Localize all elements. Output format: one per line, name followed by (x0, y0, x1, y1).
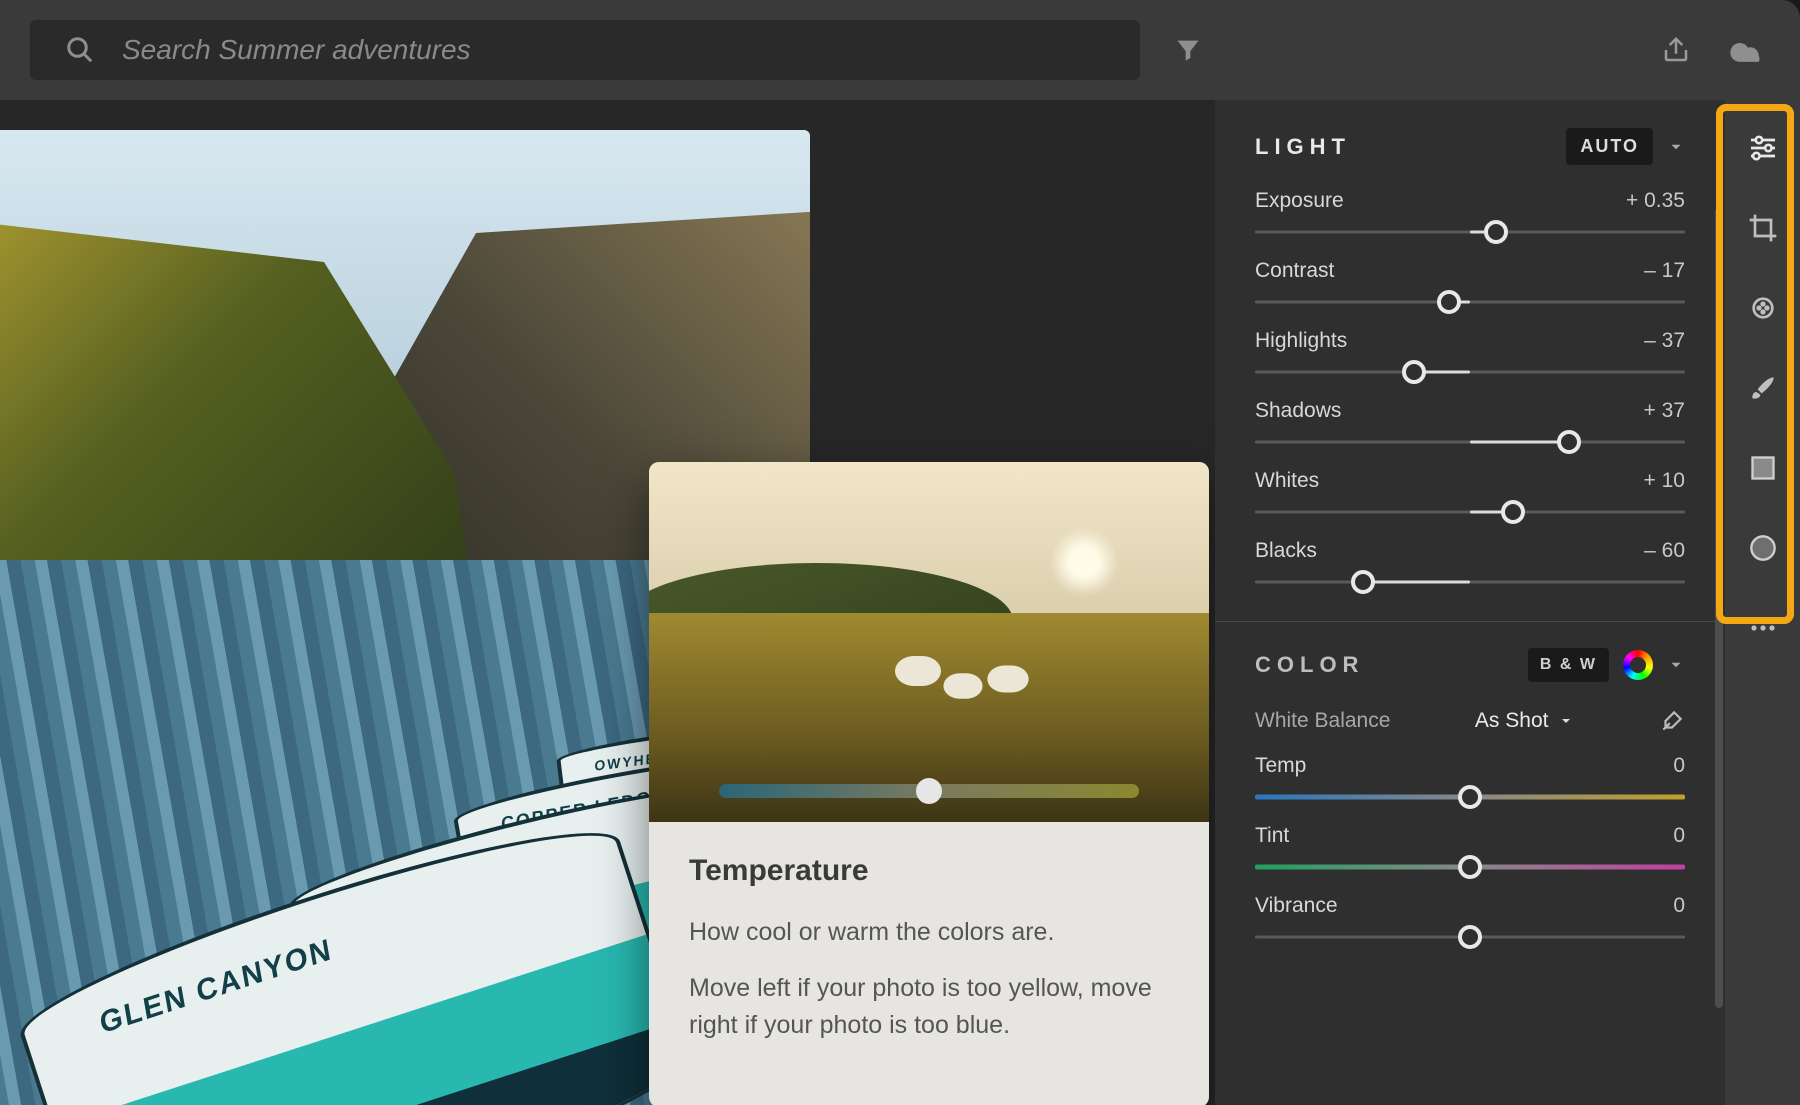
slider-label: Whites (1255, 469, 1319, 493)
slider-track[interactable] (1255, 784, 1685, 810)
slider-track[interactable] (1255, 854, 1685, 880)
tooltip-title: Temperature (689, 854, 1169, 888)
slider-track[interactable] (1255, 499, 1685, 525)
slider-label: Shadows (1255, 399, 1341, 423)
slider-value: + 37 (1644, 399, 1685, 423)
slider-thumb[interactable] (1557, 430, 1581, 454)
auto-button[interactable]: AUTO (1566, 128, 1653, 165)
top-bar (0, 0, 1800, 100)
slider-thumb[interactable] (1458, 925, 1482, 949)
panel-divider (1215, 621, 1725, 622)
tooltip-text-1: How cool or warm the colors are. (689, 914, 1169, 950)
slider-tint: Tint 0 (1255, 824, 1685, 880)
slider-value: 0 (1673, 754, 1685, 778)
linear-gradient-icon[interactable] (1745, 450, 1781, 486)
search-icon (58, 28, 102, 72)
slider-shadows: Shadows + 37 (1255, 399, 1685, 455)
white-balance-dropdown[interactable]: As Shot (1475, 709, 1575, 733)
tooltip-text-2: Move left if your photo is too yellow, m… (689, 970, 1169, 1043)
slider-value: 0 (1673, 824, 1685, 848)
slider-label: Vibrance (1255, 894, 1338, 918)
app-window: OWYHEE COPPER LEDGE QUARTZ CR GLEN CANYO… (0, 0, 1800, 1105)
chevron-down-icon[interactable] (1667, 656, 1685, 674)
slider-highlights: Highlights – 37 (1255, 329, 1685, 385)
slider-thumb[interactable] (1458, 855, 1482, 879)
chevron-down-icon[interactable] (1667, 138, 1685, 156)
brush-icon[interactable] (1745, 370, 1781, 406)
slider-thumb[interactable] (1402, 360, 1426, 384)
light-section-title: LIGHT (1255, 134, 1351, 160)
color-section-title: COLOR (1255, 652, 1364, 678)
slider-exposure: Exposure + 0.35 (1255, 189, 1685, 245)
slider-value: – 37 (1644, 329, 1685, 353)
slider-track[interactable] (1255, 219, 1685, 245)
white-balance-label: White Balance (1255, 709, 1390, 733)
heal-icon[interactable] (1745, 290, 1781, 326)
eyedropper-icon[interactable] (1659, 708, 1685, 734)
slider-label: Contrast (1255, 259, 1334, 283)
share-icon[interactable] (1654, 28, 1698, 72)
crop-icon[interactable] (1745, 210, 1781, 246)
slider-thumb[interactable] (1458, 785, 1482, 809)
color-sliders: Temp 0 Tint 0 Vibrance 0 (1255, 754, 1685, 950)
slider-label: Exposure (1255, 189, 1344, 213)
panel-scrollbar[interactable] (1715, 200, 1725, 1105)
slider-label: Tint (1255, 824, 1289, 848)
slider-thumb[interactable] (1484, 220, 1508, 244)
slider-track[interactable] (1255, 359, 1685, 385)
slider-contrast: Contrast – 17 (1255, 259, 1685, 315)
slider-vibrance: Vibrance 0 (1255, 894, 1685, 950)
help-tooltip-card: Temperature How cool or warm the colors … (649, 462, 1209, 1105)
filter-icon[interactable] (1166, 28, 1210, 72)
slider-thumb[interactable] (1501, 500, 1525, 524)
search-field-container (30, 20, 1140, 80)
light-sliders: Exposure + 0.35 Contrast – 17 Highlights – 37… (1255, 189, 1685, 595)
slider-whites: Whites + 10 (1255, 469, 1685, 525)
slider-track[interactable] (1255, 569, 1685, 595)
slider-value: – 17 (1644, 259, 1685, 283)
slider-value: + 10 (1644, 469, 1685, 493)
slider-thumb[interactable] (1437, 290, 1461, 314)
color-mixer-icon[interactable] (1623, 650, 1653, 680)
slider-thumb[interactable] (1351, 570, 1375, 594)
slider-value: 0 (1673, 894, 1685, 918)
slider-track[interactable] (1255, 289, 1685, 315)
slider-track[interactable] (1255, 924, 1685, 950)
color-section-header: COLOR B & W (1255, 648, 1685, 682)
top-right-actions (1654, 0, 1770, 100)
tool-strip (1725, 100, 1800, 1105)
slider-value: + 0.35 (1626, 189, 1685, 213)
edit-sliders-icon[interactable] (1745, 130, 1781, 166)
slider-track[interactable] (1255, 429, 1685, 455)
bw-button[interactable]: B & W (1528, 648, 1609, 682)
cloud-icon[interactable] (1726, 28, 1770, 72)
slider-temp: Temp 0 (1255, 754, 1685, 810)
slider-value: – 60 (1644, 539, 1685, 563)
search-input[interactable] (122, 34, 1112, 66)
canvas-area: OWYHEE COPPER LEDGE QUARTZ CR GLEN CANYO… (0, 100, 1215, 1105)
tooltip-demo-slider (719, 784, 1139, 798)
light-section-header: LIGHT AUTO (1255, 128, 1685, 165)
white-balance-row: White Balance As Shot (1255, 708, 1685, 734)
radial-gradient-icon[interactable] (1745, 530, 1781, 566)
more-icon[interactable] (1745, 610, 1781, 646)
slider-label: Highlights (1255, 329, 1347, 353)
edit-panel: LIGHT AUTO Exposure + 0.35 Contrast – 17 Hig… (1215, 100, 1725, 1105)
slider-label: Blacks (1255, 539, 1317, 563)
tooltip-preview-image (649, 462, 1209, 822)
slider-label: Temp (1255, 754, 1306, 778)
slider-blacks: Blacks – 60 (1255, 539, 1685, 595)
